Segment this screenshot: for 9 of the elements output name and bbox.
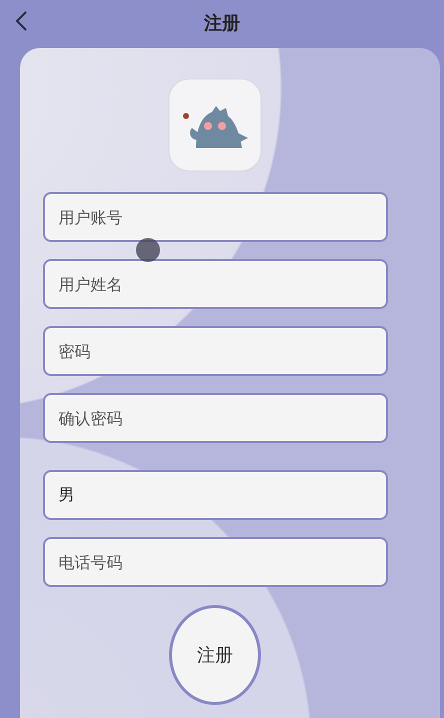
input-field[interactable]: 用户账号	[42, 192, 388, 242]
gender-field[interactable]: 男	[42, 470, 388, 520]
input-field[interactable]: 密码	[42, 326, 388, 376]
register-button[interactable]: 注册	[169, 605, 261, 705]
input-field[interactable]: 电话号码	[42, 537, 388, 587]
back-icon[interactable]	[14, 10, 28, 32]
input-field[interactable]: 用户姓名	[42, 259, 388, 309]
page-title: 注册	[204, 12, 240, 34]
input-field[interactable]: 确认密码	[42, 393, 388, 443]
